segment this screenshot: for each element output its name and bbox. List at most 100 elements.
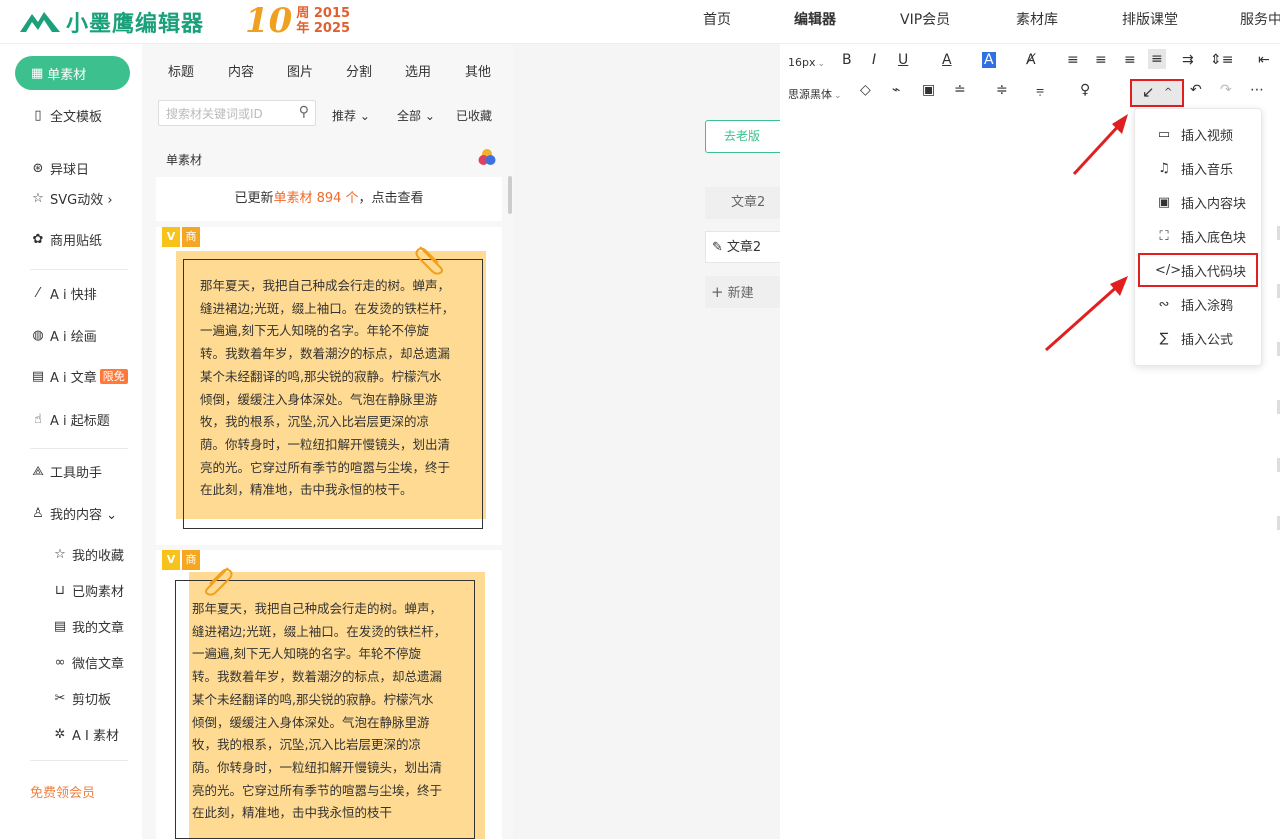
commercial-tag: 商: [182, 227, 200, 247]
sidebar-item-ai-title[interactable]: ☝ A i 起标题: [30, 409, 110, 429]
eraser-icon[interactable]: ◇: [860, 82, 871, 98]
music-icon: ♫: [1158, 160, 1170, 176]
menu-item-label: 插入视频: [1181, 128, 1234, 144]
letter-spacing-icon[interactable]: ⩦: [1036, 82, 1044, 98]
menu-item-insert-formula[interactable]: ∑ 插入公式: [1135, 321, 1263, 355]
tab-title[interactable]: 标题: [168, 61, 194, 80]
sidebar-item-ai-layout[interactable]: ⁄ A i 快排: [30, 283, 97, 303]
brand-name: 小墨鹰编辑器: [66, 12, 205, 37]
nav-home[interactable]: 首页: [703, 0, 731, 40]
sidebar-item-tools[interactable]: ⟁ 工具助手: [30, 461, 102, 481]
nav-vip[interactable]: VIP会员: [900, 0, 950, 40]
nav-library[interactable]: 素材库: [1016, 0, 1058, 40]
sidebar-item-ai-draw[interactable]: ◍ A i 绘画: [30, 325, 96, 345]
sidebar-item-svg[interactable]: ☆ SVG动效 ›: [30, 188, 112, 208]
redo-icon[interactable]: ↷: [1220, 82, 1232, 98]
sidebar-item-label: 我的收藏: [72, 548, 125, 564]
italic-icon[interactable]: I: [872, 52, 876, 68]
sort-dropdown[interactable]: 推荐 ⌄: [332, 107, 370, 124]
align-right-icon[interactable]: ≡: [1124, 52, 1136, 68]
sidebar-item-purchased[interactable]: ⊔ 已购素材: [52, 580, 124, 600]
tab-divider[interactable]: 分割: [346, 61, 372, 80]
bulb-icon[interactable]: ♀: [1080, 82, 1090, 98]
font-size-select[interactable]: 16px ⌄: [788, 56, 825, 69]
brand-logo[interactable]: 小墨鹰编辑器: [18, 6, 204, 38]
search-input[interactable]: 搜索材关键词或ID ⚲: [158, 100, 316, 126]
anniversary-badge: 10 周 2015 年 2025: [245, 1, 350, 41]
material-text: 那年夏天，我把自己种成会行走的树。蝉声， 缝进裙边;光斑，缀上袖口。在发烫的铁栏…: [192, 598, 474, 825]
sidebar-item-label: 工具助手: [50, 465, 103, 481]
line-height-icon[interactable]: ⇕≡: [1210, 52, 1233, 68]
sidebar-item-wechat[interactable]: ∞ 微信文章: [52, 652, 124, 672]
align-justify-icon[interactable]: ≡: [1148, 49, 1166, 69]
sidebar-item-ai-material[interactable]: ✲ A I 素材: [52, 724, 119, 744]
text-effect-icon[interactable]: Ⱥ: [1026, 52, 1036, 68]
nav-editor[interactable]: 编辑器: [794, 0, 836, 40]
sidebar-item-label: 微信文章: [72, 656, 125, 672]
panel-scrollbar[interactable]: [508, 176, 512, 214]
material-panel: 标题 内容 图片 分割 选用 其他 搜索材关键词或ID ⚲ 推荐 ⌄ 全部 ⌄ …: [142, 44, 513, 839]
align-left-icon[interactable]: ≡: [1067, 52, 1079, 68]
sidebar-item-favorites[interactable]: ☆ 我的收藏: [52, 544, 124, 564]
indent-icon[interactable]: ⇉: [1182, 52, 1194, 68]
sidebar-item-ai-article[interactable]: ▤ A i 文章 限免: [30, 366, 128, 386]
paperclip-icon: [205, 567, 233, 596]
sidebar-item-label: 我的内容 ⌄: [50, 507, 118, 523]
sidebar-divider: [30, 448, 128, 449]
font-color-icon[interactable]: A: [942, 52, 952, 68]
card-tags: V 商: [162, 227, 200, 247]
favorites-filter[interactable]: 已收藏: [456, 107, 492, 124]
video-icon: ▭: [1157, 126, 1171, 142]
sidebar-item-my-articles[interactable]: ▤ 我的文章: [52, 616, 124, 636]
menu-item-insert-music[interactable]: ♫ 插入音乐: [1135, 151, 1263, 185]
sidebar-item-sticker[interactable]: ✿ 商用贴纸: [30, 229, 102, 249]
divider-line-icon[interactable]: ≐: [954, 82, 966, 98]
menu-item-insert-background-block[interactable]: ⛶ 插入底色块: [1135, 219, 1263, 253]
undo-icon[interactable]: ↶: [1190, 82, 1202, 98]
tab-selected[interactable]: 选用: [405, 61, 431, 80]
hand-icon: ☝: [34, 411, 42, 427]
new-article-button[interactable]: + 新建: [705, 276, 785, 308]
old-version-button[interactable]: 去老版: [705, 120, 785, 153]
menu-item-insert-code-block[interactable]: </> 插入代码块: [1138, 253, 1258, 287]
tab-other[interactable]: 其他: [465, 61, 491, 80]
more-icon[interactable]: ⋯: [1250, 82, 1264, 98]
sidebar-item-day[interactable]: ⊛ 异球日: [30, 158, 89, 178]
free-vip-link[interactable]: 免费领会员: [30, 782, 95, 801]
article-tab[interactable]: 文章2: [705, 187, 785, 219]
sidebar-item-clipboard[interactable]: ✂ 剪切板: [52, 688, 111, 708]
menu-item-insert-video[interactable]: ▭ 插入视频: [1135, 117, 1263, 151]
tab-content[interactable]: 内容: [228, 61, 254, 80]
category-dropdown[interactable]: 全部 ⌄: [397, 107, 435, 124]
format-painter-icon[interactable]: ⌁: [892, 82, 900, 98]
material-card[interactable]: V 商 那年夏天，我把自己种成会行走的树。蝉声， 缝进裙边;光斑，缀上袖口。在发…: [156, 227, 502, 545]
image-icon[interactable]: ▣: [922, 82, 935, 98]
highlight-color-icon[interactable]: A: [982, 52, 996, 68]
color-palette-icon[interactable]: [478, 148, 496, 166]
font-family-select[interactable]: 思源黑体 ⌄: [788, 86, 842, 102]
update-notice[interactable]: 已更新单素材 894 个，点击查看: [156, 177, 502, 221]
tab-image[interactable]: 图片: [287, 61, 313, 80]
sidebar-item-label: A I 素材: [72, 728, 119, 744]
nav-service[interactable]: 服务中: [1240, 0, 1280, 40]
paragraph-spacing-icon[interactable]: ≑: [996, 82, 1008, 98]
editor-area[interactable]: 16px ⌄ B I U A A Ⱥ ≡ ≡ ≡ ≡ ⇉ ⇕≡ ⇤ 思源黑体 ⌄ ◇…: [780, 44, 1280, 839]
sparkle-icon: ✲: [54, 726, 66, 742]
article-tab-active[interactable]: ✎ 文章2: [705, 231, 785, 263]
sidebar-item-full-template[interactable]: ▯ 全文模板: [30, 105, 102, 125]
search-icon[interactable]: ⚲: [299, 104, 309, 120]
underline-icon[interactable]: U: [898, 52, 908, 68]
sidebar-item-single-material[interactable]: ▦ 单素材: [15, 56, 130, 90]
insert-more-button[interactable]: ↙ ^: [1130, 79, 1184, 107]
bold-icon[interactable]: B: [842, 52, 852, 68]
menu-item-label: 插入涂鸦: [1181, 298, 1234, 314]
menu-item-insert-doodle[interactable]: ∾ 插入涂鸦: [1135, 287, 1263, 321]
menu-item-insert-content-block[interactable]: ▣ 插入内容块: [1135, 185, 1263, 219]
sidebar-item-my-content[interactable]: ♙ 我的内容 ⌄: [30, 503, 117, 523]
material-card[interactable]: V 商 那年夏天，我把自己种成会行走的树。蝉声， 缝进裙边;光斑，缀上袖口。在发…: [156, 550, 502, 839]
nav-course[interactable]: 排版课堂: [1122, 0, 1178, 40]
align-center-icon[interactable]: ≡: [1095, 52, 1107, 68]
text-line: 牧，我的根系，沉坠,沉入比岩层更深的凉: [192, 737, 421, 753]
exit-icon[interactable]: ⇤: [1258, 52, 1270, 68]
sidebar-item-label: 单素材: [47, 67, 87, 83]
